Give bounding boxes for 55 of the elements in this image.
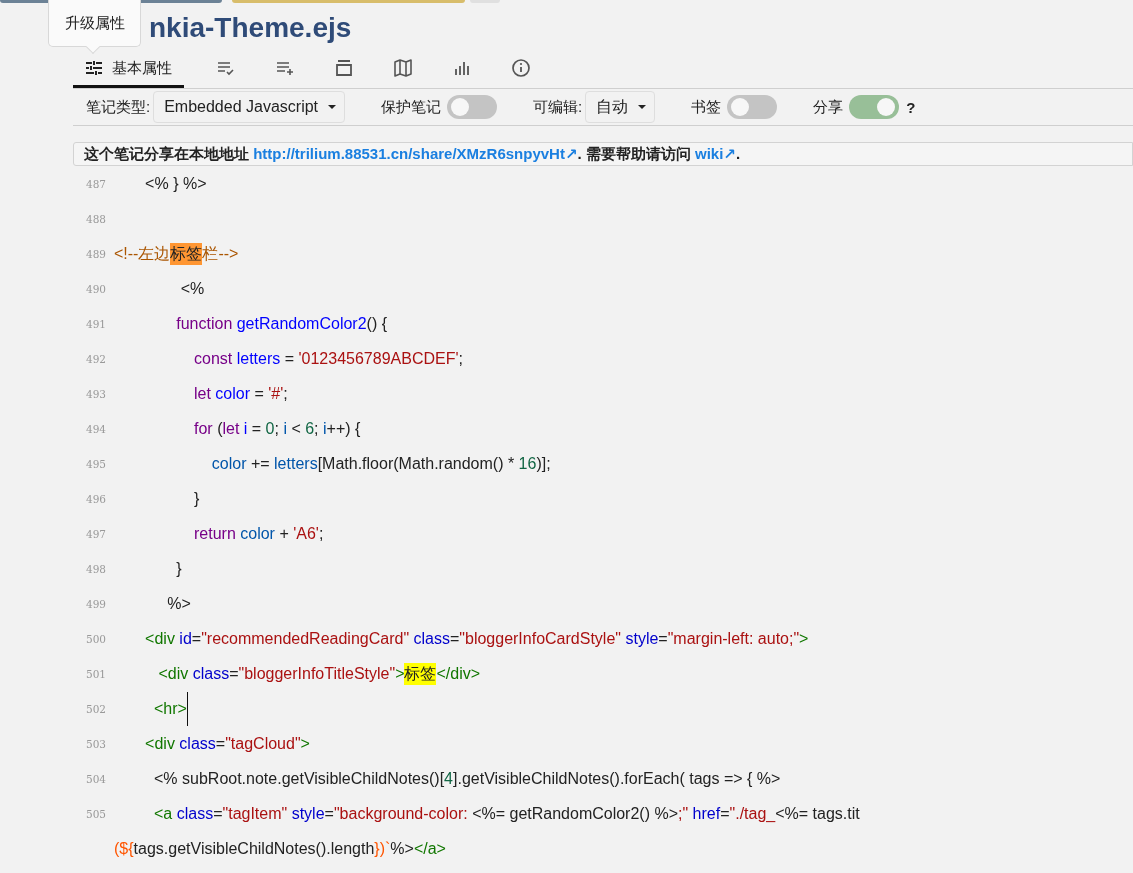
code-line: <div id="recommendedReadingCard" class="bloggerInfoCardStyle" style="margin-left: auto;"> — [144, 628, 809, 649]
caret-icon — [328, 105, 337, 109]
caret-icon — [638, 105, 647, 109]
toggle-switch[interactable] — [447, 95, 498, 119]
share-notice-text: 这个笔记分享在本地地址 http://trilium.88531.cn/share/XMzR6snpyvHt↗. 需要帮助请访问 wiki↗. — [84, 144, 741, 164]
sliders-icon — [84, 58, 104, 78]
code-line: } — [175, 558, 182, 579]
line-number: 498 — [84, 562, 106, 575]
line-number: 505 — [84, 807, 106, 820]
line-number: 487 — [84, 177, 106, 190]
code-line: <hr> — [114, 691, 188, 726]
toggle-switch[interactable] — [849, 95, 900, 119]
line-number: 493 — [84, 387, 106, 400]
code-line: <% subRoot.note.getVisibleChildNotes()[4].getVisibleChildNotes().forEach( tags => { %> — [153, 768, 781, 789]
line-number: 499 — [84, 597, 106, 610]
line-number: 503 — [84, 737, 106, 750]
line-number: 489 — [84, 247, 106, 260]
field-label: 可编辑: — [533, 97, 583, 117]
line-number: 494 — [84, 422, 106, 435]
field-label: 书签 — [691, 97, 722, 117]
help-link[interactable]: ? — [906, 98, 916, 116]
field-label: 保护笔记 — [381, 97, 442, 117]
code-line: const letters = '0123456789ABCDEF'; — [193, 348, 463, 369]
code-line: let color = '#'; — [193, 383, 288, 404]
line-number: 488 — [84, 212, 106, 225]
line-number: 504 — [84, 772, 106, 785]
line-number: 492 — [84, 352, 106, 365]
code-line: return color + 'A6'; — [193, 523, 324, 544]
code-line: <% } %> — [144, 173, 207, 194]
toggle-switch[interactable] — [727, 95, 778, 119]
field-label: 分享 — [813, 97, 844, 117]
note-title[interactable]: nkia-Theme.ejs — [149, 11, 352, 51]
code-line: } — [193, 488, 200, 509]
link[interactable]: http://trilium.88531.cn/share/XMzR6snpyvHt↗ — [253, 144, 578, 162]
line-number: 490 — [84, 282, 106, 295]
line-number: 491 — [84, 317, 106, 330]
dropdown[interactable]: 自动 — [585, 91, 656, 123]
code-line: function getRandomColor2() { — [175, 313, 388, 334]
line-number: 500 — [84, 632, 106, 645]
field-label: 笔记类型: — [86, 97, 151, 117]
code-line: for (let i = 0; i < 6; i++) { — [193, 418, 361, 439]
line-number: 496 — [84, 492, 106, 505]
ribbon-tab[interactable]: 基本属性 — [73, 51, 184, 88]
code-line: <% — [179, 278, 205, 299]
line-number: 495 — [84, 457, 106, 470]
code-line: <div class="tagCloud"> — [144, 733, 310, 754]
line-number: 502 — [84, 702, 106, 715]
link[interactable]: wiki↗ — [695, 144, 736, 162]
code-line: <a class="tagItem" style="background-color: <%= getRandomColor2() %>;" href="./tag_<%= tags.tit — [153, 803, 860, 824]
code-line: (${tags.getVisibleChildNotes().length})`%></a> — [114, 838, 446, 859]
code-line: %> — [166, 593, 191, 614]
line-number: 501 — [84, 667, 106, 680]
line-number: 497 — [84, 527, 106, 540]
dropdown[interactable]: Embedded Javascript — [153, 91, 346, 123]
code-line: color += letters[Math.floor(Math.random() * 16)]; — [210, 453, 551, 474]
